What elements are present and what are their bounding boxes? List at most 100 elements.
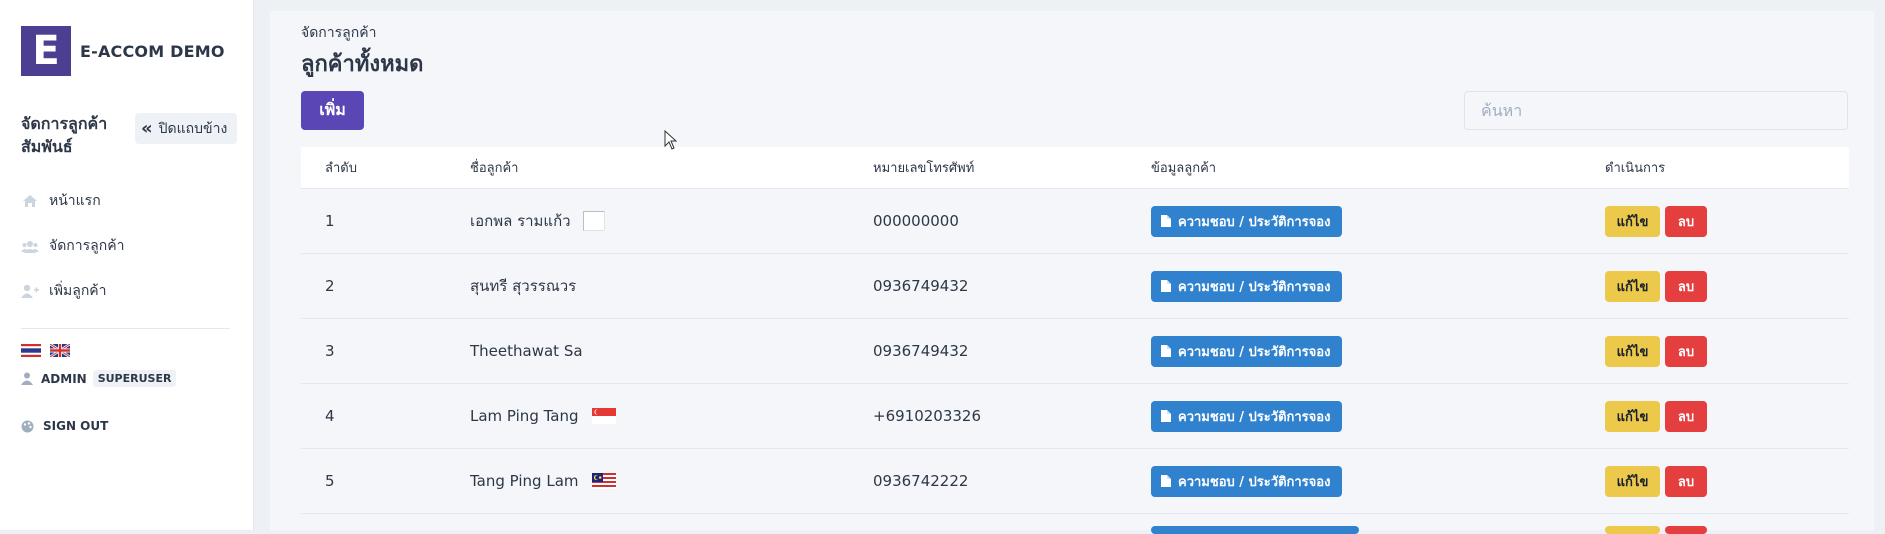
row-number: 3 (325, 342, 335, 360)
document-icon (1161, 280, 1171, 292)
row-number: 1 (325, 212, 335, 230)
phone-number: 0936749432 (873, 342, 969, 360)
palette-icon (21, 420, 34, 433)
sidebar-item-manage-customers[interactable]: จัดการลูกค้า (21, 235, 124, 257)
actions-cell: แก้ไข ลบ (1605, 205, 1707, 237)
sidebar-item-add-customer[interactable]: เพิ่มลูกค้า (21, 280, 107, 302)
collapse-sidebar-label: ปิดแถบข้าง (158, 120, 228, 137)
edit-button[interactable]: แก้ไข (1605, 205, 1660, 237)
edit-button[interactable]: แก้ไข (1605, 400, 1660, 432)
info-cell (1151, 514, 1359, 534)
edit-button[interactable]: แก้ไข (1605, 465, 1660, 497)
document-icon (1161, 215, 1171, 227)
customer-name-cell: สุนทรี สุวรรณวร (470, 274, 576, 298)
delete-button[interactable] (1665, 526, 1707, 534)
preferences-history-button[interactable]: ความชอบ / ประวัติการจอง (1151, 465, 1343, 497)
document-icon (1161, 475, 1171, 487)
phone-number: +6910203326 (873, 407, 982, 425)
phone-number: 0936749432 (873, 277, 969, 295)
sign-out-label: SIGN OUT (43, 419, 109, 433)
customer-name: เอกพล รามแก้ว (470, 212, 571, 230)
info-button-label: ความชอบ / ประวัติการจอง (1178, 474, 1331, 490)
row-number: 2 (325, 277, 335, 295)
brand[interactable]: E E-ACCOM DEMO (21, 26, 225, 76)
info-cell: ความชอบ / ประวัติการจอง (1151, 335, 1343, 367)
preferences-history-button[interactable]: ความชอบ / ประวัติการจอง (1151, 400, 1343, 432)
customers-table: ลำดับ ชื่อลูกค้า หมายเลขโทรศัพท์ ข้อมูลล… (301, 147, 1849, 534)
page-title: ลูกค้าทั้งหมด (301, 52, 424, 77)
table-header: ลำดับ ชื่อลูกค้า หมายเลขโทรศัพท์ ข้อมูลล… (301, 147, 1849, 189)
home-icon (21, 194, 39, 208)
role-badge: SUPERUSER (92, 370, 177, 387)
customer-name-cell: เอกพล รามแก้ว (470, 209, 605, 233)
sidebar-item-label: เพิ่มลูกค้า (49, 283, 107, 299)
actions-cell (1605, 514, 1707, 534)
column-header-actions: ดำเนินการ (1605, 161, 1666, 176)
uk-flag-icon[interactable] (50, 344, 70, 357)
sidebar-section-title: จัดการลูกค้าสัมพันธ์ (21, 114, 108, 156)
customer-name: Tang Ping Lam (470, 472, 579, 490)
preferences-history-button[interactable] (1151, 526, 1359, 534)
table-row: 3 Theethawat Sa 0936749432 ความชอบ / ประ… (301, 319, 1849, 384)
malaysia-flag-icon (591, 473, 616, 489)
sidebar-divider (21, 328, 230, 329)
delete-button[interactable]: ลบ (1665, 465, 1707, 497)
edit-button[interactable]: แก้ไข (1605, 270, 1660, 302)
search-input[interactable] (1464, 91, 1848, 130)
info-cell: ความชอบ / ประวัติการจอง (1151, 270, 1343, 302)
actions-cell: แก้ไข ลบ (1605, 335, 1707, 367)
sidebar-item-label: หน้าแรก (49, 193, 101, 209)
row-number: 5 (325, 472, 335, 490)
add-customer-button[interactable]: เพิ่ม (301, 91, 364, 130)
table-row-partial (301, 514, 1849, 534)
customer-name-cell: Lam Ping Tang (470, 407, 616, 425)
info-button-label: ความชอบ / ประวัติการจอง (1178, 279, 1331, 295)
brand-name: E-ACCOM DEMO (80, 41, 225, 61)
users-icon (21, 240, 39, 253)
customer-name-cell: Tang Ping Lam (470, 472, 616, 490)
info-button-label: ความชอบ / ประวัติการจอง (1178, 344, 1331, 360)
row-number: 4 (325, 407, 335, 425)
actions-cell: แก้ไข ลบ (1605, 465, 1707, 497)
sign-out-link[interactable]: SIGN OUT (21, 419, 108, 433)
customer-name: สุนทรี สุวรรณวร (470, 277, 577, 295)
info-cell: ความชอบ / ประวัติการจอง (1151, 465, 1343, 497)
delete-button[interactable]: ลบ (1665, 335, 1707, 367)
singapore-flag-icon (591, 408, 616, 424)
column-header-name: ชื่อลูกค้า (470, 161, 519, 176)
collapse-sidebar-button[interactable]: « ปิดแถบข้าง (135, 113, 238, 144)
table-row: 5 Tang Ping Lam 0936742222 ความชอบ / ประ… (301, 449, 1849, 514)
delete-button[interactable]: ลบ (1665, 270, 1707, 302)
broken-image-icon (582, 211, 605, 231)
thai-flag-icon[interactable] (21, 344, 41, 357)
info-button-label: ความชอบ / ประวัติการจอง (1178, 214, 1331, 230)
delete-button[interactable]: ลบ (1665, 400, 1707, 432)
document-icon (1161, 345, 1171, 357)
customer-name-cell: Theethawat Sa (470, 342, 583, 360)
document-icon (1161, 410, 1171, 422)
edit-button[interactable]: แก้ไข (1605, 335, 1660, 367)
preferences-history-button[interactable]: ความชอบ / ประวัติการจอง (1151, 335, 1343, 367)
phone-number: 000000000 (873, 212, 959, 230)
delete-button[interactable]: ลบ (1665, 205, 1707, 237)
mouse-cursor-icon (664, 130, 678, 150)
sidebar-item-label: จัดการลูกค้า (49, 238, 125, 254)
main-panel: จัดการลูกค้า ลูกค้าทั้งหมด เพิ่ม ลำดับ ช… (270, 11, 1874, 534)
user-icon (21, 372, 33, 385)
info-button-label: ความชอบ / ประวัติการจอง (1178, 409, 1331, 425)
sidebar-item-home[interactable]: หน้าแรก (21, 190, 101, 212)
double-chevron-left-icon: « (141, 118, 153, 139)
sidebar: E E-ACCOM DEMO จัดการลูกค้าสัมพันธ์ « ปิ… (0, 0, 254, 530)
column-header-phone: หมายเลขโทรศัพท์ (873, 161, 975, 176)
current-user: ADMIN SUPERUSER (21, 370, 177, 387)
breadcrumb: จัดการลูกค้า (301, 25, 377, 41)
user-name: ADMIN (41, 371, 87, 386)
customer-name: Lam Ping Tang (470, 407, 579, 425)
table-row: 1 เอกพล รามแก้ว 000000000 ความชอบ / ประว… (301, 189, 1849, 254)
table-row: 4 Lam Ping Tang +6910203326 ความชอบ / ปร… (301, 384, 1849, 449)
brand-logo: E (21, 26, 71, 76)
preferences-history-button[interactable]: ความชอบ / ประวัติการจอง (1151, 205, 1343, 237)
preferences-history-button[interactable]: ความชอบ / ประวัติการจอง (1151, 270, 1343, 302)
edit-button[interactable] (1605, 526, 1660, 534)
column-header-no: ลำดับ (325, 161, 357, 176)
